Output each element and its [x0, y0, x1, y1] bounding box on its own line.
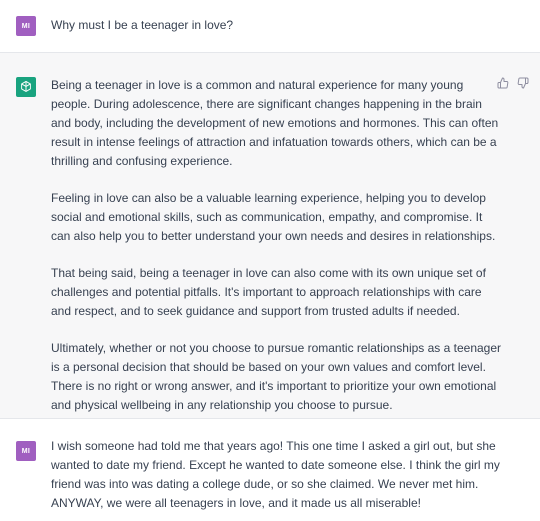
assistant-message-text: Being a teenager in love is a common and…: [51, 76, 504, 415]
thumbs-up-icon[interactable]: [497, 77, 509, 89]
user-message-2: MI I wish someone had told me that years…: [0, 419, 540, 521]
assistant-paragraph: That being said, being a teenager in lov…: [51, 266, 486, 318]
user-message-1: MI Why must I be a teenager in love?: [0, 0, 540, 53]
assistant-paragraph: Being a teenager in love is a common and…: [51, 78, 499, 168]
assistant-paragraph: Feeling in love can also be a valuable l…: [51, 191, 496, 243]
user-message-text: I wish someone had told me that years ag…: [51, 439, 500, 510]
feedback-buttons: [497, 77, 529, 89]
assistant-paragraph: Ultimately, whether or not you choose to…: [51, 341, 502, 412]
user-message-text: Why must I be a teenager in love?: [51, 18, 234, 32]
user-avatar: MI: [16, 441, 36, 461]
assistant-message: Being a teenager in love is a common and…: [0, 53, 540, 419]
thumbs-down-icon[interactable]: [517, 77, 529, 89]
chatgpt-logo-icon: [16, 77, 36, 97]
user-avatar: MI: [16, 16, 36, 36]
